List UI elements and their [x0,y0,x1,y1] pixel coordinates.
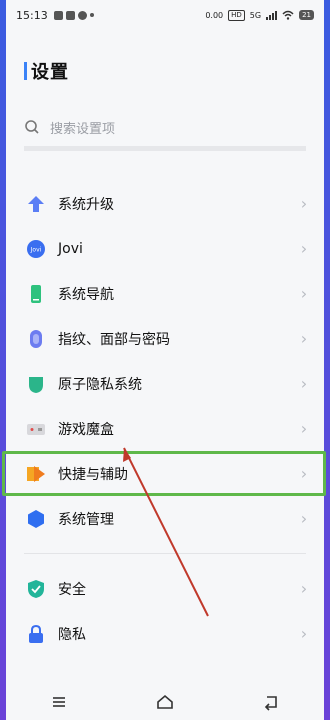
settings-item-fingerprint[interactable]: 指纹、面部与密码 › [6,316,324,361]
settings-item-system-management[interactable]: 系统管理 › [6,496,324,541]
hexagon-icon [26,509,46,529]
settings-item-label: 系统管理 [58,511,114,528]
chevron-right-icon: › [300,329,308,348]
settings-item-label: 指纹、面部与密码 [58,331,170,348]
page-title: 设置 [31,62,69,83]
search-icon [25,120,39,134]
battery-indicator: 21 [299,10,314,20]
chat-icon [77,10,87,20]
settings-item-security[interactable]: 安全 › [6,566,324,611]
dot-icon [89,13,94,17]
settings-item-label: 安全 [58,581,86,598]
page-header: 设置 [6,30,324,84]
menu-icon[interactable] [50,693,68,711]
jovi-icon: Jovi [26,239,46,259]
arrow-up-icon [26,194,46,214]
chevron-right-icon: › [300,464,308,483]
security-icon [26,579,46,599]
net-speed: 0.00 [205,10,224,20]
settings-list: 系统升级 › Jovi Jovi › 系统导航 › 指纹、面部与密码 › 原子隐… [2,181,326,656]
chevron-right-icon: › [300,374,308,393]
settings-item-jovi[interactable]: Jovi Jovi › [6,226,324,271]
chevron-right-icon: › [300,239,308,258]
network-type: 5G [249,10,262,20]
chevron-right-icon: › [300,284,308,303]
shield-privacy-icon [26,374,46,394]
home-icon[interactable] [156,693,174,711]
phone-icon [26,284,46,304]
search-placeholder: 搜索设置项 [50,121,116,137]
title-accent-bar [24,62,27,80]
status-bar: 15:13 0.00 HD 5G 21 [6,0,324,30]
settings-item-privacy[interactable]: 隐私 › [6,611,324,656]
shortcut-icon [26,464,46,484]
notification-icons [53,10,94,20]
navigation-bar [6,684,324,720]
settings-item-label: 原子隐私系统 [58,376,142,393]
chevron-right-icon: › [300,579,308,598]
fingerprint-icon [26,329,46,349]
notification-icon [65,10,75,20]
settings-screen: 15:13 0.00 HD 5G 21 设置 搜索设置项 系统升级 › Jovi… [2,0,326,720]
chevron-right-icon: › [300,509,308,528]
svg-text:Jovi: Jovi [30,246,42,253]
back-icon[interactable] [262,693,280,711]
settings-item-label: 快捷与辅助 [58,466,128,483]
section-divider [24,553,306,554]
lock-icon [26,624,46,644]
settings-item-system-update[interactable]: 系统升级 › [6,181,324,226]
hd-badge: HD [228,9,245,21]
search-bar[interactable]: 搜索设置项 [24,112,306,151]
notification-icon [53,10,63,20]
chevron-right-icon: › [300,419,308,438]
settings-item-atomic-privacy[interactable]: 原子隐私系统 › [6,361,324,406]
settings-item-label: 隐私 [58,626,86,643]
settings-item-system-navigation[interactable]: 系统导航 › [6,271,324,316]
settings-item-label: 系统导航 [58,286,114,303]
right-edge-decoration [324,0,330,720]
signal-icon [266,10,278,20]
settings-item-label: Jovi [58,240,83,257]
status-right: 0.00 HD 5G 21 [205,9,314,21]
chevron-right-icon: › [300,194,308,213]
game-box-icon [26,419,46,439]
wifi-icon [282,10,294,20]
settings-item-shortcuts-assist[interactable]: 快捷与辅助 › [2,451,326,496]
settings-item-label: 游戏魔盒 [58,421,114,438]
settings-item-label: 系统升级 [58,196,114,213]
status-time: 15:13 [16,8,48,22]
settings-item-game-box[interactable]: 游戏魔盒 › [6,406,324,451]
chevron-right-icon: › [300,624,308,643]
